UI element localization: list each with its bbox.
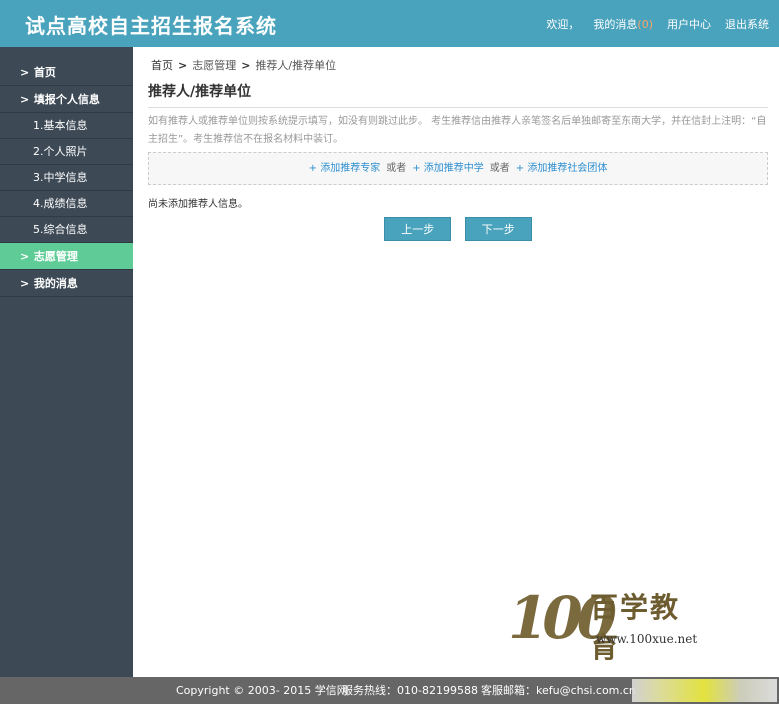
add-organization-link[interactable]: + 添加推荐社会团体 <box>516 163 608 174</box>
breadcrumb: 首页 > 志愿管理 > 推荐人/推荐单位 <box>151 57 336 73</box>
header-nav: 欢迎， 我的消息(0) 用户中心 退出系统 <box>546 16 769 32</box>
sidebar-item-photo[interactable]: 2.个人照片 <box>0 139 133 165</box>
sidebar-item-home[interactable]: > 首页 <box>0 59 133 86</box>
breadcrumb-home[interactable]: 首页 <box>151 59 173 72</box>
top-header: 试点高校自主招生报名系统 欢迎， 我的消息(0) 用户中心 退出系统 <box>0 0 779 47</box>
prev-step-button[interactable]: 上一步 <box>384 217 452 241</box>
user-center-link[interactable]: 用户中心 <box>667 16 711 32</box>
breadcrumb-current: 推荐人/推荐单位 <box>255 59 337 72</box>
message-count-badge: (0) <box>637 18 653 31</box>
footer-copyright: Copyright © 2003- 2015 学信网 <box>176 684 348 697</box>
sidebar-item-volunteer[interactable]: > 志愿管理 <box>0 243 133 270</box>
welcome-text: 欢迎， <box>546 18 580 31</box>
chevron-right-icon: > <box>20 250 30 263</box>
watermark-logo: 100 百学教育 www.100xue.net <box>508 584 698 664</box>
system-title: 试点高校自主招生报名系统 <box>25 14 277 38</box>
chevron-right-icon: > <box>20 66 30 79</box>
page-title: 推荐人/推荐单位 <box>148 81 768 108</box>
logout-link[interactable]: 退出系统 <box>725 16 769 32</box>
footer: Copyright © 2003- 2015 学信网 服务热线：010-8219… <box>0 677 779 704</box>
footer-hotline: 服务热线：010-82199588 <box>342 684 478 697</box>
step-buttons: 上一步 下一步 <box>148 217 768 241</box>
sidebar-item-scores[interactable]: 4.成绩信息 <box>0 191 133 217</box>
watermark-text: 百学教育 <box>590 591 681 664</box>
watermark-url: www.100xue.net <box>596 632 698 646</box>
breadcrumb-volunteer[interactable]: 志愿管理 <box>192 59 236 72</box>
add-expert-link[interactable]: + 添加推荐专家 <box>309 163 381 174</box>
sidebar-item-school-info[interactable]: 3.中学信息 <box>0 165 133 191</box>
sidebar-item-comprehensive[interactable]: 5.综合信息 <box>0 217 133 243</box>
next-step-button[interactable]: 下一步 <box>464 217 532 241</box>
instructions-text: 如有推荐人或推荐单位则按系统提示填写，如没有则跳过此步。 考生推荐信由推荐人亲笔… <box>148 116 767 145</box>
my-messages-link[interactable]: 我的消息(0) <box>593 16 653 32</box>
empty-notice: 尚未添加推荐人信息。 <box>148 199 248 210</box>
add-school-link[interactable]: + 添加推荐中学 <box>412 163 484 174</box>
chevron-right-icon: > <box>20 277 30 290</box>
sidebar-item-basic-info[interactable]: 1.基本信息 <box>0 113 133 139</box>
footer-email: 客服邮箱：kefu@chsi.com.cn <box>481 684 636 697</box>
breadcrumb-separator-icon: > <box>178 59 188 72</box>
sidebar-item-personal-info[interactable]: > 填报个人信息 <box>0 86 133 113</box>
chevron-right-icon: > <box>20 93 30 106</box>
sidebar: > 首页 > 填报个人信息 1.基本信息 2.个人照片 3.中学信息 4.成绩信… <box>0 47 133 677</box>
sidebar-item-messages[interactable]: > 我的消息 <box>0 270 133 297</box>
breadcrumb-separator-icon: > <box>241 59 251 72</box>
add-recommender-box: + 添加推荐专家 或者 + 添加推荐中学 或者 + 添加推荐社会团体 <box>148 152 768 185</box>
obscured-region <box>632 679 777 702</box>
